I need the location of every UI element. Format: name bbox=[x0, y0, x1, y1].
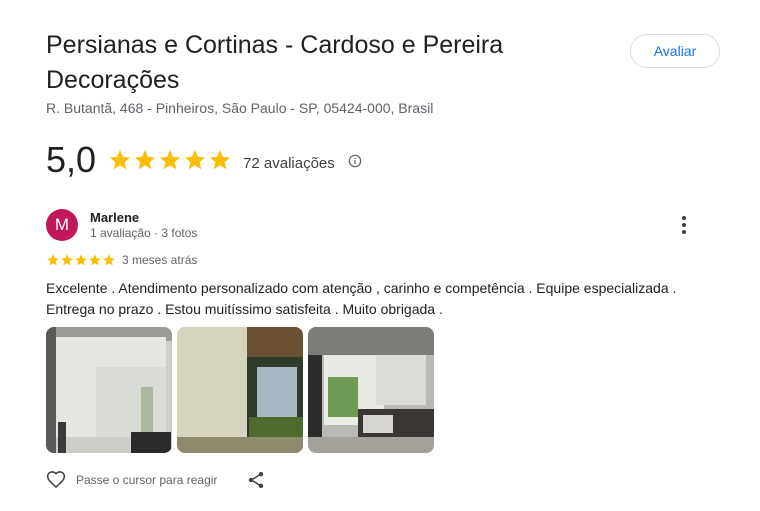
star-icon bbox=[185, 150, 206, 170]
photo-image bbox=[177, 327, 303, 453]
more-options-button[interactable] bbox=[674, 214, 694, 236]
reviewer-name[interactable]: Marlene bbox=[90, 210, 139, 225]
place-title: Persianas e Cortinas - Cardoso e Pereira… bbox=[46, 31, 504, 94]
star-icon bbox=[89, 254, 101, 266]
star-icon bbox=[61, 254, 73, 266]
review-text: Excelente . Atendimento personalizado co… bbox=[46, 280, 677, 317]
reviewer-meta: 1 avaliação · 3 fotos bbox=[90, 226, 198, 240]
star-icon bbox=[47, 254, 59, 266]
star-icon bbox=[103, 254, 115, 266]
place-address: R. Butantã, 468 - Pinheiros, São Paulo -… bbox=[46, 100, 434, 116]
info-icon[interactable] bbox=[348, 152, 362, 168]
star-icon bbox=[160, 150, 181, 170]
react-hint-label: Passe o cursor para reagir bbox=[76, 473, 218, 487]
rating-summary: 5,0 72 avaliações bbox=[46, 138, 362, 182]
rate-button[interactable]: Avaliar bbox=[630, 34, 720, 68]
star-icon bbox=[110, 150, 131, 170]
review-photo[interactable] bbox=[177, 327, 303, 453]
heart-outline-icon[interactable] bbox=[46, 470, 66, 490]
star-icon bbox=[135, 150, 156, 170]
react-row: Passe o cursor para reagir bbox=[46, 470, 217, 490]
review-photo[interactable] bbox=[308, 327, 434, 453]
review-count[interactable]: 72 avaliações bbox=[243, 149, 335, 172]
avatar[interactable]: M bbox=[46, 209, 78, 241]
star-icon bbox=[210, 150, 231, 170]
review-stars bbox=[46, 253, 116, 267]
review-photo[interactable] bbox=[46, 327, 172, 453]
share-icon[interactable] bbox=[246, 470, 266, 490]
rating-value: 5,0 bbox=[46, 139, 97, 180]
more-vert-icon bbox=[682, 216, 686, 220]
photo-image bbox=[308, 327, 434, 453]
rating-stars bbox=[108, 148, 232, 172]
photo-image bbox=[46, 327, 172, 453]
star-icon bbox=[75, 254, 87, 266]
review-date: 3 meses atrás bbox=[122, 253, 198, 267]
